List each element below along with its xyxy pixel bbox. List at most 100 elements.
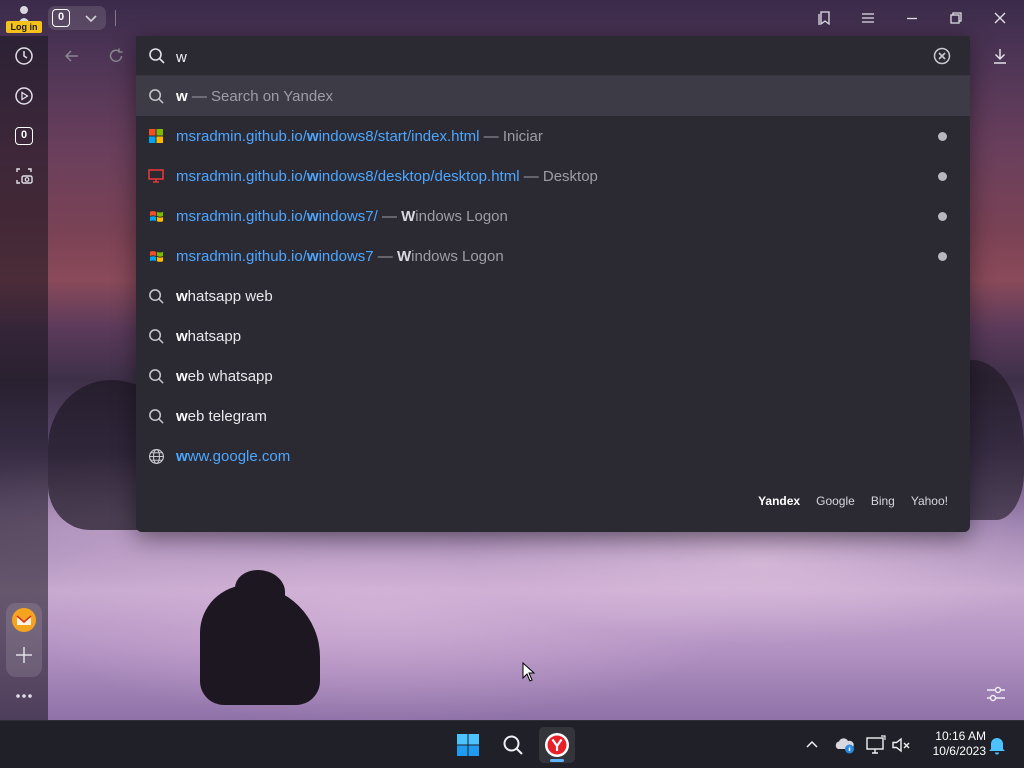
mail-icon xyxy=(12,608,36,632)
suggestion-text: msradmin.github.io/windows7/ — Windows L… xyxy=(176,208,508,225)
media-button[interactable] xyxy=(12,84,36,108)
query-suggestion[interactable]: whatsapp web xyxy=(136,276,970,316)
search-suggestion[interactable]: w — Search on Yandex xyxy=(136,76,970,116)
network-tray-button[interactable] xyxy=(865,734,887,756)
sidebar-apps-group xyxy=(6,603,42,677)
download-icon xyxy=(994,49,1006,64)
show-hidden-icons-button[interactable] xyxy=(801,734,823,756)
windows8-favicon-icon xyxy=(147,127,165,145)
mountain-peak xyxy=(235,570,285,610)
search-icon xyxy=(147,287,165,305)
history-suggestion[interactable]: msradmin.github.io/windows8/desktop/desk… xyxy=(136,156,970,196)
search-icon xyxy=(149,48,165,64)
engine-yahoo[interactable]: Yahoo! xyxy=(911,494,948,508)
search-icon xyxy=(147,87,165,105)
hamburger-icon xyxy=(862,13,874,23)
back-button[interactable] xyxy=(60,44,84,68)
history-suggestion[interactable]: msradmin.github.io/windows8/start/index.… xyxy=(136,116,970,156)
network-monitor-icon xyxy=(866,735,886,754)
address-input[interactable] xyxy=(176,46,916,68)
menu-button[interactable] xyxy=(856,6,880,30)
engine-yandex[interactable]: Yandex xyxy=(758,494,800,508)
suggestion-text: msradmin.github.io/windows8/start/index.… xyxy=(176,128,543,145)
suggestion-text: whatsapp web xyxy=(176,288,273,305)
minimize-icon xyxy=(907,17,917,20)
volume-tray-button[interactable] xyxy=(890,734,912,756)
onedrive-tray-button[interactable] xyxy=(834,734,856,756)
minimize-button[interactable] xyxy=(900,6,924,30)
more-button[interactable] xyxy=(12,684,36,708)
mail-app-button[interactable] xyxy=(11,607,37,633)
history-suggestion[interactable]: msradmin.github.io/windows7 — Windows Lo… xyxy=(136,236,970,276)
suggestion-text: whatsapp xyxy=(176,328,242,345)
search-icon xyxy=(147,407,165,425)
start-button[interactable] xyxy=(450,727,486,763)
omnibox-dropdown: w — Search on Yandex msradmin.github.io/w… xyxy=(136,36,970,532)
more-dots-icon xyxy=(16,694,32,698)
windows7-favicon-icon xyxy=(147,247,165,265)
downloads-button[interactable] xyxy=(988,44,1012,68)
remove-suggestion-dot[interactable] xyxy=(938,212,947,221)
chevron-down-icon xyxy=(85,15,97,23)
yandex-browser-taskbar-button[interactable] xyxy=(539,727,575,763)
taskbar-search-button[interactable] xyxy=(495,727,531,763)
close-button[interactable] xyxy=(988,6,1012,30)
search-icon xyxy=(147,367,165,385)
arrow-left-icon xyxy=(64,50,78,62)
suggestion-text: web telegram xyxy=(176,408,267,425)
sidebar: 0 xyxy=(0,36,48,720)
remove-suggestion-dot[interactable] xyxy=(938,132,947,141)
restore-button[interactable] xyxy=(944,6,968,30)
browser-title-bar: Log in 0 xyxy=(0,0,1024,36)
taskbar-clock[interactable]: 10:16 AM 10/6/2023 xyxy=(920,729,986,759)
reload-icon xyxy=(109,48,123,62)
customize-button[interactable] xyxy=(984,682,1008,706)
windows-logo-icon xyxy=(457,734,479,756)
tabs-button[interactable]: 0 xyxy=(48,6,106,30)
plus-icon xyxy=(16,647,32,663)
screenshot-button[interactable] xyxy=(12,164,36,188)
suggestion-text: web whatsapp xyxy=(176,368,273,385)
globe-icon xyxy=(147,447,165,465)
clock-date: 10/6/2023 xyxy=(932,744,986,758)
tab-count-badge: 0 xyxy=(52,9,70,27)
profile-button[interactable]: Log in xyxy=(6,3,42,33)
sliders-icon xyxy=(987,686,1005,702)
suggestion-text: msradmin.github.io/windows8/desktop/desk… xyxy=(176,168,598,185)
play-icon xyxy=(15,87,33,105)
bookmarks-button[interactable] xyxy=(812,6,836,30)
suggestion-text: msradmin.github.io/windows7 — Windows Lo… xyxy=(176,248,504,265)
search-icon xyxy=(503,735,523,755)
clock-icon xyxy=(15,47,33,65)
bell-icon xyxy=(989,738,1005,755)
notifications-button[interactable] xyxy=(986,734,1008,756)
query-suggestion[interactable]: whatsapp xyxy=(136,316,970,356)
tabs-side-button[interactable]: 0 xyxy=(12,124,36,148)
query-suggestion[interactable]: web telegram xyxy=(136,396,970,436)
yandex-browser-icon xyxy=(545,733,569,757)
remove-suggestion-dot[interactable] xyxy=(938,252,947,261)
bookmarks-icon xyxy=(818,11,830,26)
speaker-muted-icon xyxy=(892,737,910,753)
reload-button[interactable] xyxy=(104,44,128,68)
cloud-info-icon xyxy=(835,738,854,754)
search-icon xyxy=(147,327,165,345)
windows7-favicon-icon xyxy=(147,207,165,225)
clear-circle-icon xyxy=(933,47,951,65)
engine-google[interactable]: Google xyxy=(816,494,855,508)
site-suggestion[interactable]: www.google.com xyxy=(136,436,970,476)
camera-icon xyxy=(16,168,33,184)
search-engine-switcher: Yandex Google Bing Yahoo! xyxy=(758,494,948,508)
engine-bing[interactable]: Bing xyxy=(871,494,895,508)
history-suggestion[interactable]: msradmin.github.io/windows7/ — Windows L… xyxy=(136,196,970,236)
chevron-up-icon xyxy=(806,740,818,748)
remove-suggestion-dot[interactable] xyxy=(938,172,947,181)
query-suggestion[interactable]: web whatsapp xyxy=(136,356,970,396)
history-button[interactable] xyxy=(12,44,36,68)
clear-input-button[interactable] xyxy=(933,47,951,65)
add-app-button[interactable] xyxy=(14,645,34,665)
clock-time: 10:16 AM xyxy=(935,729,986,743)
suggestion-text: w — Search on Yandex xyxy=(176,88,334,105)
close-icon xyxy=(994,12,1006,24)
active-app-indicator xyxy=(550,759,564,762)
